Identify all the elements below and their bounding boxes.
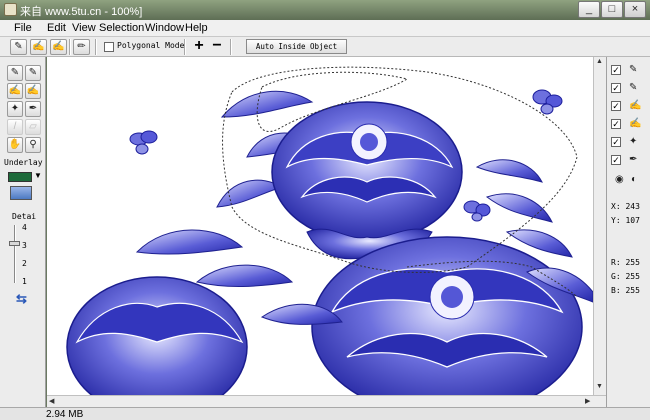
menu-help[interactable]: Help [185, 22, 208, 34]
butterfly-icon [463, 200, 491, 222]
window-title: 来自 www.5tu.cn - 100%] [20, 6, 143, 18]
peony-top [271, 101, 463, 260]
maximize-button[interactable]: □ [601, 1, 623, 18]
menu-edit[interactable]: Edit [47, 22, 66, 34]
magic-brush-icon: ✦ [629, 136, 638, 147]
layer-visible-checkbox[interactable]: ✓ [611, 65, 621, 75]
auto-inside-object-button[interactable]: Auto Inside Object [246, 39, 347, 54]
chevron-down-icon[interactable]: ▼ [34, 171, 42, 180]
underlay-color-swatch[interactable] [8, 172, 32, 182]
brush-fill-icon: ✍ [629, 100, 642, 111]
peony-bottom-left [66, 276, 248, 395]
scroll-right-icon[interactable]: ▶ [585, 397, 590, 405]
brush-remove-tool-icon[interactable]: ✍ [50, 39, 67, 55]
minimize-button[interactable]: _ [578, 1, 600, 18]
scroll-down-icon[interactable]: ▼ [596, 383, 603, 390]
close-button[interactable]: × [624, 1, 646, 18]
file-size-status: 2.94 MB [46, 409, 84, 420]
detail-tick-label: 1 [22, 277, 27, 286]
layer-visible-checkbox[interactable]: ✓ [611, 137, 621, 147]
detail-tick-label: 2 [22, 259, 27, 268]
detail-tick-label: 4 [22, 223, 27, 232]
brush-large-icon: ✎ [629, 82, 638, 93]
underlay-image-icon[interactable] [10, 186, 32, 200]
polygonal-mode-label: Polygonal Mode [117, 41, 185, 50]
menu-window[interactable]: Window [145, 22, 184, 34]
hand-icon[interactable]: ✋ [7, 137, 23, 153]
toolbar: ✎ ✍ ✍ ✏ Polygonal Mode + − Auto Inside O… [0, 37, 650, 57]
detail-slider-thumb[interactable] [9, 241, 20, 246]
toolbar-divider [95, 39, 97, 55]
eye-icon[interactable]: ◉ [615, 174, 624, 185]
brush-small-icon: ✎ [629, 64, 638, 75]
underlay-label: Underlay [4, 158, 43, 167]
zoom-icon[interactable]: ⚲ [25, 137, 41, 153]
zoom-out-button[interactable]: − [209, 38, 225, 55]
menu-file[interactable]: File [14, 22, 32, 34]
left-tool-panel: ✎ ✎ ✍ ✍ ✦ ✒ / ▱ ✋ ⚲ Underlay ▼ Detai 4 3… [0, 57, 46, 407]
scroll-left-icon[interactable]: ◀ [49, 397, 54, 405]
cursor-y-readout: Y: 107 [611, 216, 640, 225]
pencil-tool-icon[interactable]: ✏ [73, 39, 90, 55]
feather-icon[interactable]: ✒ [25, 101, 41, 117]
horizontal-scrollbar[interactable]: ◀ ▶ [47, 395, 606, 407]
detail-slider-track[interactable] [14, 225, 16, 283]
cursor-x-readout: X: 243 [611, 202, 640, 211]
menu-view[interactable]: View [72, 22, 96, 34]
brush-fill-alt-icon[interactable]: ✍ [25, 83, 41, 99]
color-b-readout: B: 255 [611, 286, 640, 295]
swap-icon[interactable]: ⇆ [16, 291, 27, 307]
toolbar-divider [184, 39, 186, 55]
eraser-disabled-icon: ▱ [25, 119, 41, 135]
magic-brush-icon[interactable]: ✦ [7, 101, 23, 117]
layer-visible-checkbox[interactable]: ✓ [611, 155, 621, 165]
scroll-up-icon[interactable]: ▲ [596, 58, 603, 65]
peony-artwork [66, 66, 593, 395]
brush-fill-icon[interactable]: ✍ [7, 83, 23, 99]
polygonal-mode-checkbox[interactable] [104, 42, 114, 52]
brush-tool-icon[interactable]: ✎ [10, 39, 27, 55]
brush-large-icon[interactable]: ✎ [25, 65, 41, 81]
title-bar: 来自 www.5tu.cn - 100%] _ □ × [0, 0, 650, 20]
feather-icon: ✒ [629, 154, 638, 165]
layer-visible-checkbox[interactable]: ✓ [611, 119, 621, 129]
menu-bar: File Edit View Selection Window Help [0, 20, 650, 37]
menu-selection[interactable]: Selection [99, 22, 144, 34]
detail-tick-label: 3 [22, 241, 27, 250]
detail-label: Detai [12, 212, 37, 221]
color-g-readout: G: 255 [611, 272, 640, 281]
right-layer-panel: ✓ ✎ ✓ ✎ ✓ ✍ ✓ ✍ ✓ ✦ ✓ ✒ ◉ ◐ X: 243 Y: 10… [606, 57, 650, 407]
zoom-in-button[interactable]: + [191, 38, 207, 55]
brush-small-icon[interactable]: ✎ [7, 65, 23, 81]
brush-add-tool-icon[interactable]: ✍ [30, 39, 47, 55]
butterfly-icon [129, 130, 158, 155]
toolbar-divider [69, 39, 71, 55]
layer-visible-checkbox[interactable]: ✓ [611, 101, 621, 111]
app-icon [4, 3, 17, 16]
vertical-scrollbar[interactable]: ▲ ▼ [593, 57, 606, 395]
status-bar: 2.94 MB [0, 407, 650, 420]
brush-fill-alt-icon: ✍ [629, 118, 642, 129]
layer-visible-checkbox[interactable]: ✓ [611, 83, 621, 93]
peony-bottom-right [311, 236, 583, 395]
color-r-readout: R: 255 [611, 258, 640, 267]
mask-icon[interactable]: ◐ [631, 174, 637, 185]
toolbar-divider [230, 39, 232, 55]
image-canvas[interactable] [47, 57, 593, 395]
pen-disabled-icon: / [7, 119, 23, 135]
